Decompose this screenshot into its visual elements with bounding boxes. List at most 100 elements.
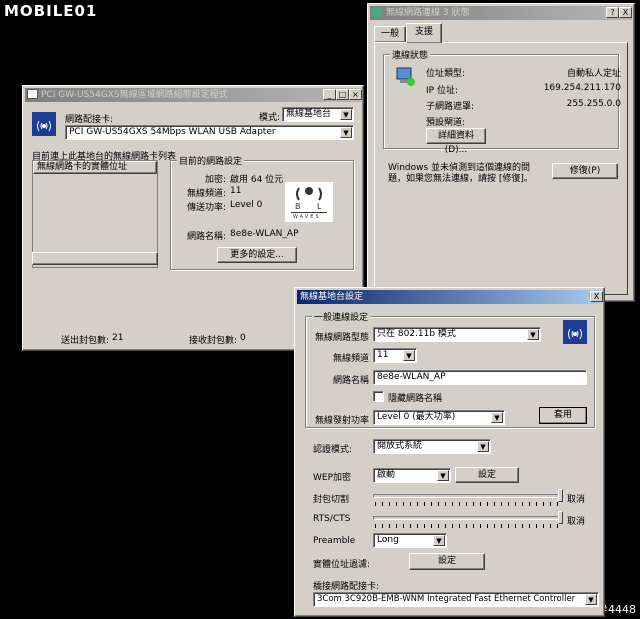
recv-packets-label: 接收封包數:: [189, 336, 238, 346]
fragment-value: 取消: [567, 495, 586, 505]
tab-general[interactable]: 一般: [374, 26, 406, 42]
rts-slider-track[interactable]: [373, 516, 563, 520]
bridge-adapter-select[interactable]: 3Com 3C920B-EMB-WNM Integrated Fast Ethe…: [313, 592, 599, 607]
svg-text:B: B: [295, 202, 301, 211]
preamble-select[interactable]: Long ▼: [373, 533, 447, 548]
ip-value: 169.254.211.170: [543, 83, 621, 93]
client-list-scrollbar[interactable]: [32, 252, 158, 265]
ap-close-label: X: [593, 292, 600, 301]
encryption-value: 啟用 64 位元: [230, 175, 284, 185]
wep-select[interactable]: 啟動 ▼: [373, 468, 451, 483]
apply-button[interactable]: 套用: [539, 407, 587, 424]
bridge-adapter-value: 3Com 3C920B-EMB-WNM Integrated Fast Ethe…: [317, 594, 576, 604]
wep-label: WEP加密: [313, 473, 352, 483]
mac-filter-label: 實體位址過濾:: [313, 560, 371, 570]
power-value: Level 0: [230, 200, 263, 210]
fragment-slider-thumb[interactable]: [558, 489, 563, 502]
rts-slider-ticks: [375, 524, 561, 528]
ip-label: IP 位址:: [426, 86, 458, 96]
ssid-input[interactable]: 8e8e-WLAN_AP: [373, 370, 587, 385]
connection-status-title: 連線狀態: [390, 48, 431, 61]
connection-status-window: 無線網路連線 3 狀態 ? X 一般 支援 連線狀態 位址類型: 自動私人定址 …: [367, 3, 635, 302]
wep-settings-button[interactable]: 設定: [455, 467, 519, 483]
client-list-header[interactable]: 無線網路卡的實體位址: [33, 161, 157, 174]
ssid-label: 網路名稱:: [186, 232, 226, 242]
ap-title: 無線基地台設定: [300, 292, 364, 302]
auth-mode-select[interactable]: 開放式系統 ▼: [373, 439, 491, 454]
ssid-label: 網路名稱: [332, 376, 369, 386]
repair-text: Windows 並未偵測到這個連線的問題，如果您無法連線，請按 [修復]。: [388, 163, 533, 184]
connection-icon: [395, 66, 417, 88]
mode-value: 無線基地台: [286, 109, 332, 119]
repair-button-label: 修復(P): [569, 166, 601, 176]
wireless-icon: [563, 320, 587, 344]
maximize-button[interactable]: □: [336, 89, 349, 100]
ap-titlebar[interactable]: 無線基地台設定: [297, 290, 602, 304]
wep-value: 啟動: [377, 470, 396, 480]
current-settings-title: 目前的網路設定: [177, 154, 245, 167]
channel-value: 11: [377, 350, 389, 360]
status-title: 無線網路連線 3 狀態: [386, 8, 470, 18]
tx-power-value: Level 0 (最大功率): [377, 412, 456, 422]
chevron-down-icon[interactable]: ▼: [477, 441, 489, 452]
adapter-select[interactable]: PCI GW-US54GXS 54Mbps WLAN USB Adapter ▼: [65, 125, 354, 140]
fragment-slider-track[interactable]: [373, 494, 563, 498]
tab-support[interactable]: 支援: [406, 23, 442, 43]
ssid-input-value: 8e8e-WLAN_AP: [377, 372, 446, 382]
mode-select[interactable]: 無線基地台 ▼: [282, 107, 354, 122]
close-button-label: X: [622, 8, 629, 17]
fragment-label: 封包切割: [313, 495, 350, 505]
adapter-value: PCI GW-US54GXS 54Mbps WLAN USB Adapter: [69, 127, 276, 137]
utility-title: PCI GW-US54GXS無線區域網路組態設定程式: [41, 90, 228, 100]
mode-label: 模式:: [259, 113, 281, 123]
chevron-down-icon[interactable]: ▼: [585, 594, 597, 605]
rts-slider-thumb[interactable]: [558, 511, 563, 524]
mac-filter-button[interactable]: 設定: [409, 553, 485, 570]
brand-logo: B L WAVES: [285, 182, 333, 222]
chevron-down-icon[interactable]: ▼: [340, 127, 352, 138]
close-button[interactable]: X: [590, 291, 603, 302]
network-type-value: 只在 802.11b 模式: [377, 329, 456, 339]
more-settings-label: 更多的設定...: [230, 250, 284, 260]
chevron-down-icon[interactable]: ▼: [437, 470, 449, 481]
svg-text:L: L: [317, 202, 322, 211]
close-button[interactable]: X: [619, 7, 632, 18]
chevron-down-icon[interactable]: ▼: [433, 535, 445, 546]
adapter-label: 網路配接卡:: [65, 115, 114, 125]
repair-button[interactable]: 修復(P): [552, 163, 618, 179]
tab-support-label: 支援: [414, 27, 433, 37]
close-button[interactable]: ×: [349, 89, 362, 100]
auth-mode-label: 認證模式:: [313, 445, 353, 455]
rts-label: RTS/CTS: [313, 514, 351, 524]
more-settings-button[interactable]: 更多的設定...: [217, 247, 297, 263]
preamble-label: Preamble: [313, 536, 356, 546]
bridge-adapter-label: 橋接網路配接卡:: [313, 582, 380, 592]
channel-label: 無線頻道:: [186, 189, 226, 199]
auth-mode-value: 開放式系統: [377, 441, 423, 451]
tx-power-select[interactable]: Level 0 (最大功率) ▼: [373, 410, 505, 425]
preamble-value: Long: [377, 535, 399, 545]
details-button[interactable]: 詳細資料(D)...: [426, 128, 486, 155]
sent-packets-label: 送出封包數:: [61, 336, 110, 346]
utility-titlebar[interactable]: PCI GW-US54GXS無線區域網路組態設定程式: [25, 88, 361, 102]
chevron-down-icon[interactable]: ▼: [340, 109, 352, 120]
minimize-button[interactable]: _: [323, 89, 336, 100]
help-button[interactable]: ?: [606, 7, 619, 18]
app-icon: [27, 89, 38, 99]
encryption-label: 加密:: [204, 175, 226, 185]
addr-type-label: 位址類型:: [426, 69, 466, 79]
sent-packets-value: 21: [112, 333, 124, 343]
rts-value: 取消: [567, 517, 586, 527]
channel-value: 11: [230, 186, 242, 196]
status-titlebar[interactable]: 無線網路連線 3 狀態: [370, 6, 632, 20]
chevron-down-icon[interactable]: ▼: [403, 350, 415, 361]
channel-label: 無線頻道: [332, 354, 369, 364]
channel-select[interactable]: 11 ▼: [373, 348, 417, 363]
ssid-value: 8e8e-WLAN_AP: [230, 229, 299, 239]
hide-ssid-checkbox[interactable]: [373, 391, 384, 402]
mask-label: 子網路遮罩:: [426, 102, 475, 112]
chevron-down-icon[interactable]: ▼: [491, 412, 503, 423]
network-type-select[interactable]: 只在 802.11b 模式 ▼: [373, 327, 541, 342]
general-connection-title: 一般連線設定: [312, 310, 371, 323]
chevron-down-icon[interactable]: ▼: [527, 329, 539, 340]
